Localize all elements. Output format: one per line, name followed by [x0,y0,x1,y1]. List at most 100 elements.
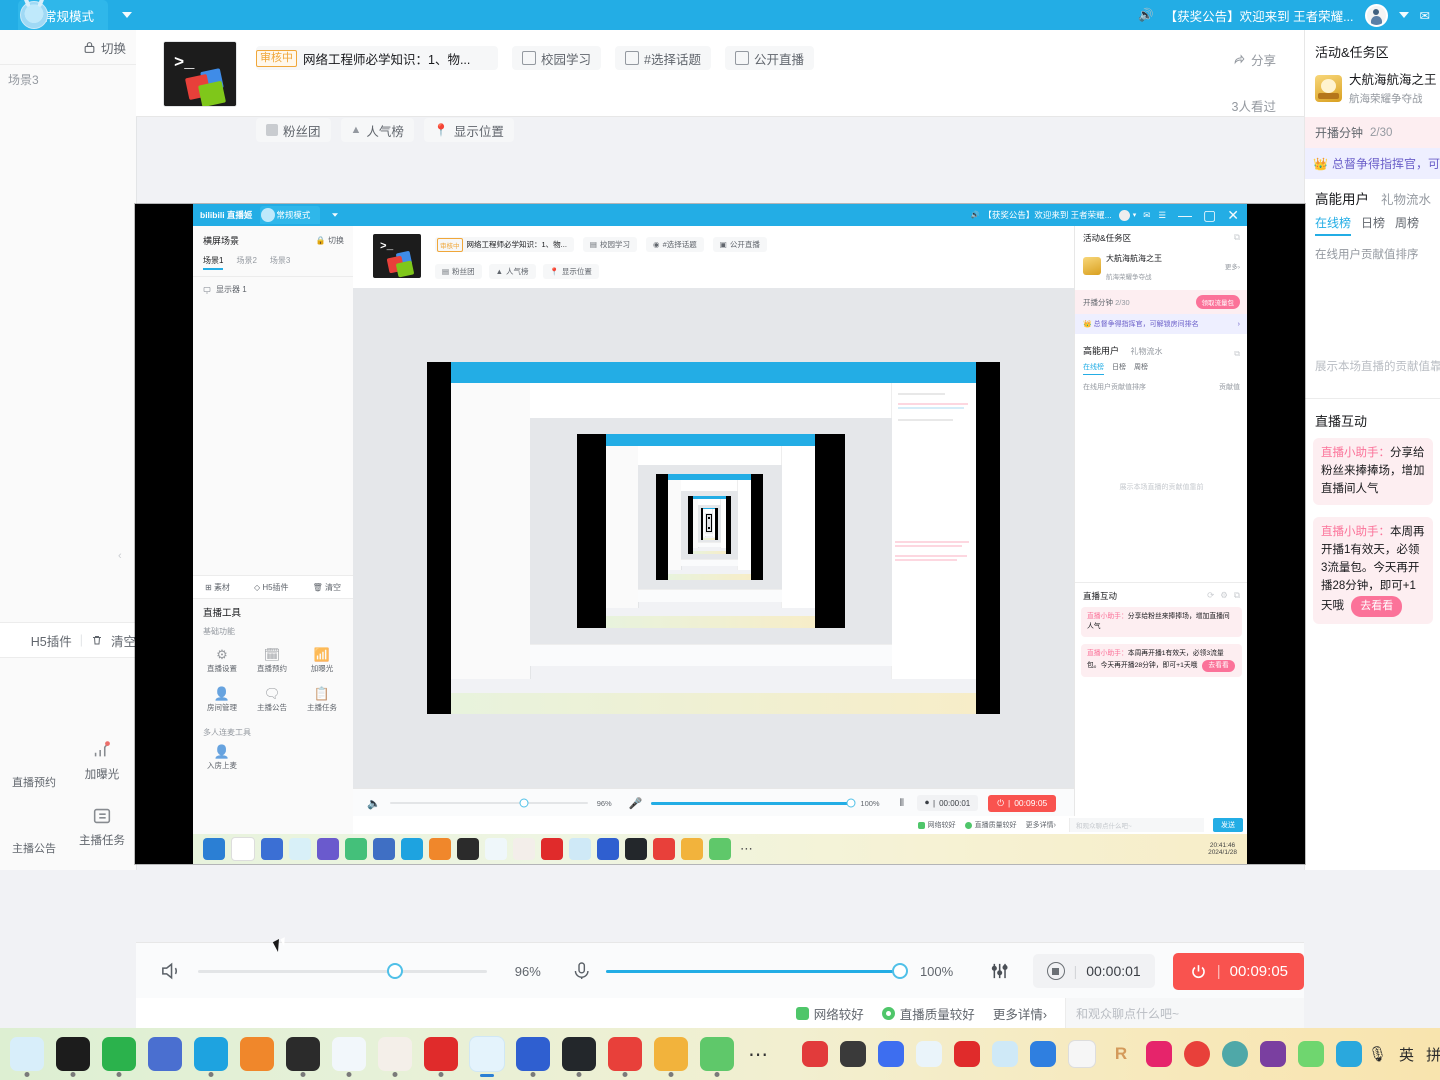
nested-subtab-daily[interactable]: 日榜 [1112,362,1126,375]
ime-english-indicator[interactable]: 英 [1399,1044,1414,1065]
tray-globe-icon[interactable] [1222,1041,1248,1067]
taskbar-blue-sail-icon[interactable] [516,1037,550,1077]
minimize-button[interactable]: — [1178,208,1192,222]
nested-tool-3[interactable]: 👤 房间管理 [197,680,247,719]
nested-chip-popularity[interactable]: ▲ 人气榜 [488,264,536,279]
nested-go-look-button[interactable]: 去看看 [1202,659,1235,672]
clear-button[interactable]: 清空 [111,631,136,650]
wechat-icon[interactable] [709,838,731,860]
microphone-icon[interactable] [571,959,592,983]
tray-green-icon[interactable] [1298,1041,1324,1067]
nested-activity-item[interactable]: 大航海航海之王 航海荣耀争夺战 更多› [1075,248,1247,290]
speaker-icon[interactable] [159,958,182,984]
avatar[interactable] [1364,3,1388,27]
avatar[interactable] [1118,209,1130,221]
recording-button[interactable]: | 00:00:01 [1032,954,1155,988]
taskbar-folder-icon[interactable] [654,1037,688,1077]
scene-switch-row[interactable]: 切换 [0,30,136,65]
tab-high-energy-users[interactable]: 高能用户 [1315,188,1369,208]
expand-icon[interactable]: ⧉ [1234,349,1240,359]
speaker-volume-slider[interactable] [198,963,488,979]
tray-qq-icon[interactable] [840,1041,866,1067]
tab-gift-flow[interactable]: 礼物流水 [1381,189,1431,208]
go-look-button[interactable]: 去看看 [1351,595,1403,617]
nested-mode-tab[interactable]: 常规模式 [260,206,321,224]
blue-sail-icon[interactable] [597,838,619,860]
nested-subtab-weekly[interactable]: 周榜 [1134,362,1148,375]
taskbar-cube-icon[interactable] [148,1037,182,1071]
vmware-icon[interactable] [429,838,451,860]
tool-主播任务[interactable]: 主播任务 [68,796,136,856]
nested-commander-banner[interactable]: 👑 总督争得指挥官，可解锁房间排名 › [1075,314,1247,334]
tool-主播公告[interactable]: 主播公告 [0,796,68,862]
avatar-chevron-icon[interactable] [1398,12,1409,18]
share-button[interactable]: 分享 [1233,50,1276,69]
nested-preview-stage[interactable] [353,288,1074,788]
commander-banner[interactable]: 👑 总督争得指挥官，可解锁房间排名 [1305,148,1440,179]
nested-chip-visibility[interactable]: ▣ 公开直播 [712,237,767,252]
taskbar-pycharm-icon[interactable] [102,1037,136,1077]
nested-tab-gifts[interactable]: 礼物流水 [1130,347,1162,356]
stream-cover-thumbnail[interactable]: >_ [163,41,237,107]
start-icon[interactable] [203,838,225,860]
stop-stream-button[interactable]: | 00:09:05 [1172,952,1304,990]
tray-blue-icon[interactable] [1030,1041,1056,1067]
bilibili-live-icon[interactable] [569,838,591,860]
activity-item[interactable]: 大航海航海之王 航海荣耀争夺战 [1305,69,1440,117]
nested-chat-input[interactable]: 和观众聊点什么吧~ [1069,818,1204,832]
chip-fanclub[interactable]: 粉丝团 [256,118,331,142]
mail-icon[interactable]: ✉ [1420,8,1430,23]
announcement-text[interactable]: 【获奖公告】欢迎来到 王者荣耀... [1165,6,1354,25]
taskbar-notepad-icon[interactable] [286,1037,320,1077]
nested-claim-button[interactable]: 领取流量包 [1195,295,1240,309]
wps-icon[interactable] [485,838,507,860]
chevron-down-icon[interactable] [122,12,133,18]
nested-chip-topic[interactable]: ◉ #选择话题 [646,237,704,252]
taskbar-cat2-icon[interactable] [562,1037,596,1077]
nested-h5-plugin-button[interactable]: ◇ H5插件 [254,582,289,593]
nested-speaker-slider[interactable] [389,798,588,808]
tray-clipboard-icon[interactable] [1068,1040,1096,1068]
speaker-icon[interactable]: 🔈 [367,797,381,810]
tool-加曝光[interactable]: 加曝光 [68,730,136,790]
nested-scene-tab-1[interactable]: 场景1 [203,255,224,270]
expand-icon[interactable]: ⧉ [1234,232,1240,244]
h5-plugin-button[interactable]: H5插件 [31,631,72,650]
nested-tool-0[interactable]: ⚙ 直播设置 [197,641,247,680]
mail-icon[interactable]: ✉ [1143,210,1150,221]
nested-scene-tab-3[interactable]: 场景3 [270,255,290,270]
nested-stop-button[interactable]: ⏻ | 00:09:05 [988,794,1057,812]
tray-youdao2-icon[interactable] [954,1041,980,1067]
scene-tab-3[interactable]: 场景3 [8,71,39,88]
taskbar-edge-icon[interactable] [194,1037,228,1077]
room-title-input[interactable]: 审核中 网络工程师必学知识：1、物... [256,46,498,70]
chip-location[interactable]: 📍 显示位置 [423,118,514,142]
gear-icon[interactable]: ⚙ [1220,590,1228,602]
nested-more-details-link[interactable]: 更多详情› [1026,820,1056,830]
audio-mixer-icon[interactable] [989,959,1010,983]
nested-tool-5[interactable]: 📋 主播任务 [297,680,347,719]
chip-popularity[interactable]: ▲ 人气榜 [340,118,414,142]
nested-subtab-online[interactable]: 在线榜 [1083,362,1104,375]
tray-alarm-icon[interactable] [1184,1041,1210,1067]
nested-add-material-button[interactable]: ⊞ 素材 [205,582,230,593]
tray-app-a-icon[interactable] [802,1041,828,1067]
subtab-online[interactable]: 在线榜 [1315,214,1352,236]
nested-tool-4[interactable]: 🗨 主播公告 [247,680,297,719]
microphone-volume-slider[interactable] [606,963,908,979]
tray-wps2-icon[interactable] [916,1041,942,1067]
tray-shield-icon[interactable] [1336,1041,1362,1067]
nested-chip-category[interactable]: ▤ 校园学习 [582,237,638,252]
subtab-weekly[interactable]: 周榜 [1395,214,1419,236]
nested-more-link[interactable]: 更多› [1225,261,1240,271]
chip-visibility[interactable]: 公开直播 [724,46,814,70]
cat-icon[interactable] [625,838,647,860]
taskbar-pdf-icon[interactable] [378,1037,412,1077]
panel-collapse-handle[interactable]: ‹ [118,550,128,588]
menu-icon[interactable]: ☰ [1158,210,1166,221]
scene-tab-list[interactable]: 场景3 [0,65,136,93]
chip-category[interactable]: 校园学习 [512,46,602,70]
tray-pink-icon[interactable] [1146,1041,1172,1067]
tray-r-icon[interactable]: R [1108,1041,1134,1067]
avatar-chevron-icon[interactable]: ▾ [1133,211,1137,219]
